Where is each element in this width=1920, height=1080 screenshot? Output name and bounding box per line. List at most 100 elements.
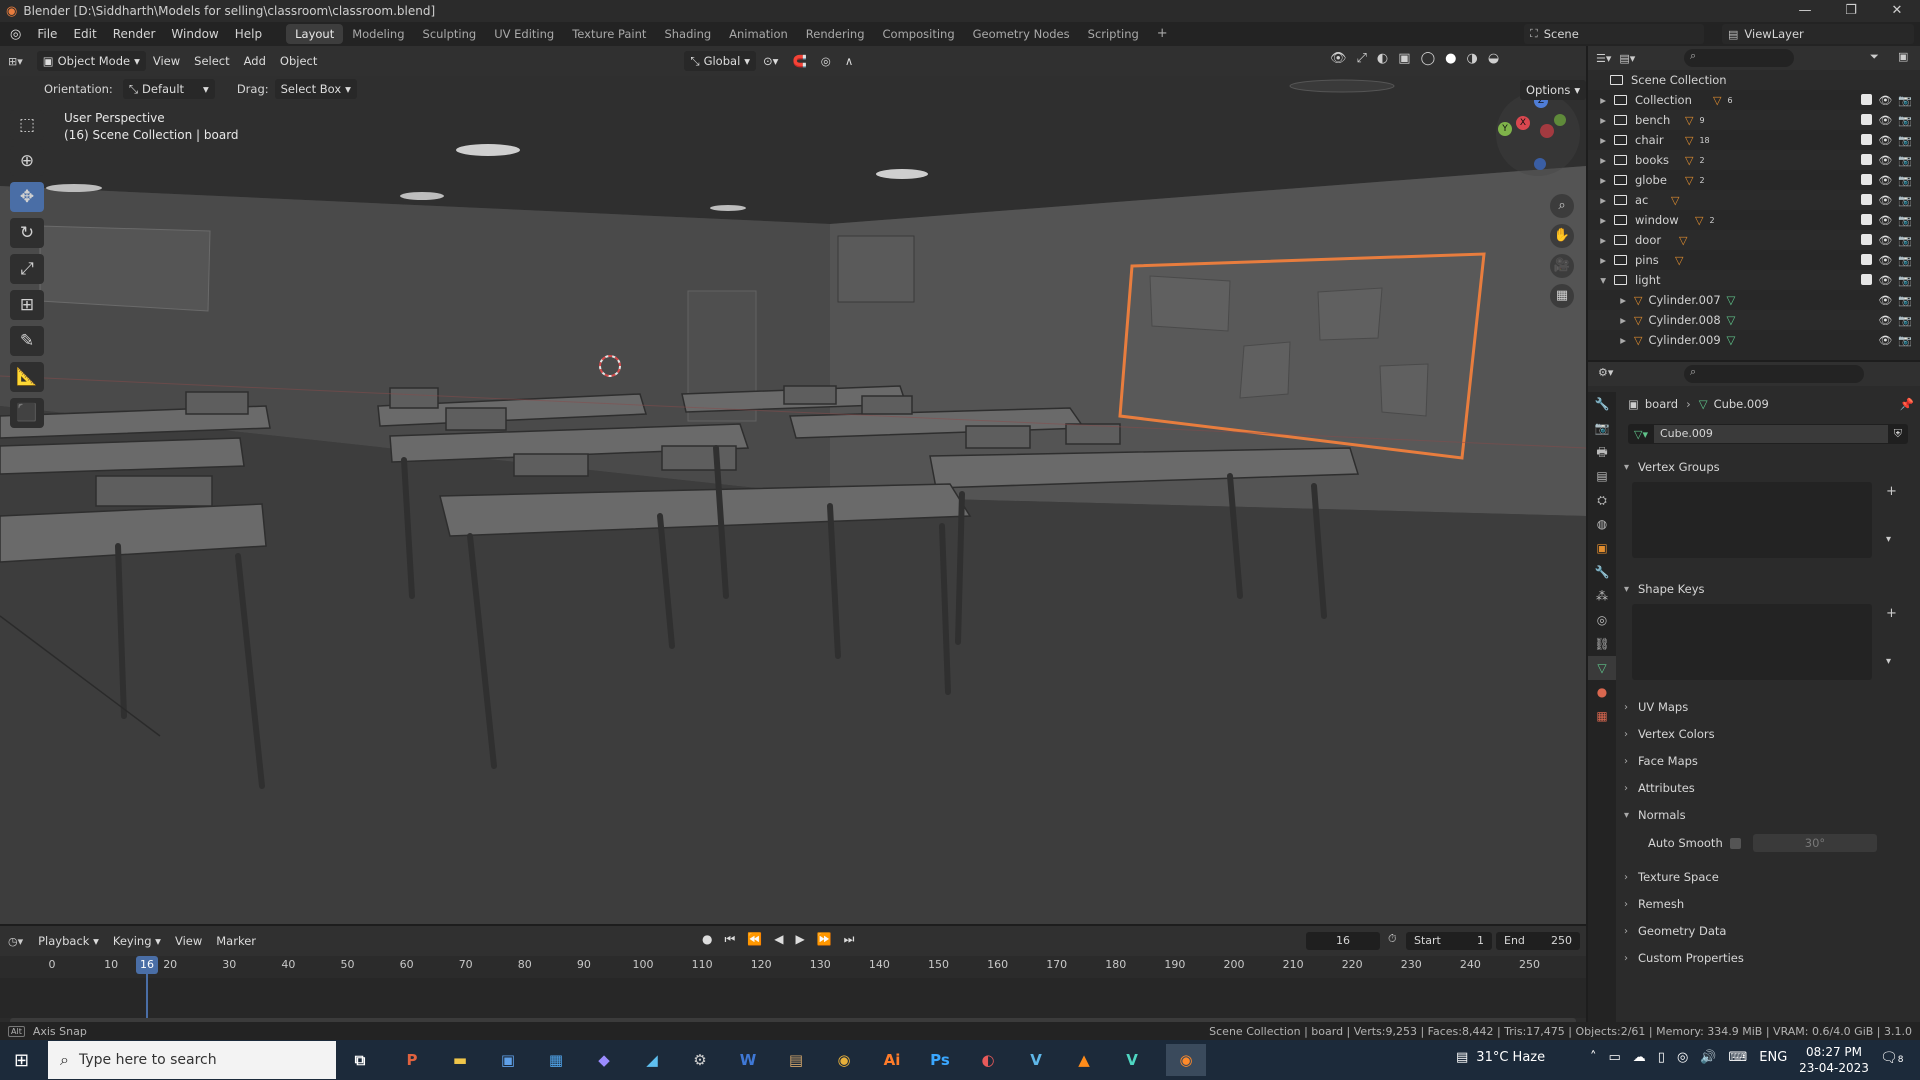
device-icon[interactable]: ▭ — [1609, 1050, 1621, 1065]
expand-arrow-icon[interactable]: ▸ — [1588, 153, 1614, 167]
jump-keyframe-back-icon[interactable]: ⏪ — [747, 932, 762, 947]
outliner-editor-icon[interactable]: ☰▾ — [1588, 52, 1619, 65]
outliner-child-cylinder-007[interactable]: ▸ ▽ Cylinder.007 ▽ 👁 📷 — [1588, 290, 1920, 310]
menu-edit[interactable]: Edit — [65, 27, 104, 41]
pan-hand-icon[interactable]: ✋ — [1550, 224, 1574, 248]
new-collection-icon[interactable]: ▣ — [1898, 50, 1908, 63]
exclude-checkbox[interactable] — [1861, 253, 1873, 265]
outliner-item-books[interactable]: ▸ books ▽ 2 👁 📷 — [1588, 150, 1920, 170]
copilot-icon[interactable]: ◆ — [588, 1044, 620, 1076]
view-layer-tab-icon[interactable]: ▤ — [1588, 464, 1616, 488]
current-frame-field[interactable]: 16 — [1306, 932, 1380, 950]
file-explorer-icon[interactable]: ▬ — [444, 1044, 476, 1076]
expand-arrow-icon[interactable]: ▸ — [1588, 233, 1614, 247]
tab-scripting[interactable]: Scripting — [1079, 24, 1148, 44]
snap-icon[interactable]: 🧲 — [785, 54, 813, 68]
expand-arrow-icon[interactable]: ▸ — [1588, 293, 1634, 307]
vertex-colors-panel[interactable]: › Vertex Colors — [1624, 723, 1914, 745]
expand-arrow-icon[interactable]: ▸ — [1588, 253, 1614, 267]
vlc-icon[interactable]: ▲ — [1068, 1044, 1100, 1076]
task-view-icon[interactable]: ⧉ — [344, 1044, 376, 1076]
rotate-tool-icon[interactable]: ↻ — [10, 218, 44, 248]
grid-perspective-icon[interactable]: ▦ — [1550, 284, 1574, 308]
overlay-toggle-icon[interactable]: ◐ — [1377, 51, 1388, 66]
cursor-tool-icon[interactable]: ⊕ — [10, 146, 44, 176]
navigation-gizmo[interactable]: Z Y X — [1496, 92, 1580, 176]
clock[interactable]: 08:27 PM 23-04-2023 — [1794, 1044, 1874, 1076]
expand-arrow-icon[interactable]: ▸ — [1588, 113, 1614, 127]
eye-icon[interactable]: 👁 — [1878, 334, 1892, 347]
exclude-checkbox[interactable] — [1861, 133, 1873, 145]
record-icon[interactable]: ● — [702, 932, 712, 947]
fake-user-shield-icon[interactable]: ⛨ — [1888, 427, 1908, 441]
eye-icon[interactable]: 👁 — [1878, 314, 1892, 327]
weather-widget[interactable]: ▤ 31°C Haze — [1456, 1050, 1545, 1065]
outliner-item-collection[interactable]: ▸ Collection ▽ 6 👁 📷 — [1588, 90, 1920, 110]
play-icon[interactable]: ▶ — [795, 932, 804, 947]
close-button[interactable]: ✕ — [1874, 0, 1920, 22]
texture-space-panel[interactable]: › Texture Space — [1624, 866, 1914, 888]
gizmo-x-axis[interactable]: X — [1516, 116, 1530, 130]
particles-tab-icon[interactable]: ⁂ — [1588, 584, 1616, 608]
vertex-group-menu-icon[interactable]: ▾ — [1886, 534, 1891, 545]
vector-app-2-icon[interactable]: V — [1116, 1044, 1148, 1076]
jump-end-icon[interactable]: ⏭ — [844, 932, 855, 947]
3d-viewport[interactable]: User Perspective (16) Scene Collection |… — [0, 76, 1586, 924]
photoshop-icon[interactable]: Ps — [924, 1044, 956, 1076]
transform-tool-icon[interactable]: ⊞ — [10, 290, 44, 320]
exclude-checkbox[interactable] — [1861, 233, 1873, 245]
add-workspace-icon[interactable]: + — [1148, 24, 1177, 44]
tool-tab-icon[interactable]: 🔧 — [1588, 392, 1616, 416]
keyboard-icon[interactable]: ⌨ — [1728, 1050, 1747, 1065]
move-tool-icon[interactable]: ✥ — [10, 182, 44, 212]
playhead-line[interactable] — [146, 974, 148, 1020]
word-icon[interactable]: W — [732, 1044, 764, 1076]
eye-icon[interactable]: 👁 — [1878, 214, 1892, 227]
normals-panel[interactable]: ▾ Normals — [1624, 804, 1914, 826]
menu-view[interactable]: View — [168, 934, 209, 948]
camera-view-icon[interactable]: 🎥 — [1550, 254, 1574, 278]
start-frame-field[interactable]: Start 1 — [1406, 932, 1492, 950]
uv-maps-panel[interactable]: › UV Maps — [1624, 696, 1914, 718]
outliner-item-pins[interactable]: ▸ pins ▽ 👁 📷 — [1588, 250, 1920, 270]
gizmo-toggle-icon[interactable]: ⤢ — [1357, 51, 1367, 66]
jump-start-icon[interactable]: ⏮ — [724, 932, 735, 947]
outliner-child-cylinder-008[interactable]: ▸ ▽ Cylinder.008 ▽ 👁 📷 — [1588, 310, 1920, 330]
modifier-tab-icon[interactable]: 🔧 — [1588, 560, 1616, 584]
menu-window[interactable]: Window — [163, 27, 226, 41]
vector-app-icon[interactable]: V — [1020, 1044, 1052, 1076]
camera-icon[interactable]: 📷 — [1898, 194, 1912, 207]
play-reverse-icon[interactable]: ◀ — [774, 932, 783, 947]
utility-app-icon[interactable]: ⚙ — [684, 1044, 716, 1076]
menu-help[interactable]: Help — [227, 27, 270, 41]
maximize-button[interactable]: ❐ — [1828, 0, 1874, 22]
language-indicator[interactable]: ENG — [1759, 1050, 1787, 1065]
camera-icon[interactable]: 📷 — [1898, 114, 1912, 127]
exclude-checkbox[interactable] — [1861, 93, 1873, 105]
network-icon[interactable]: ◎ — [1677, 1050, 1688, 1065]
shape-keys-list[interactable] — [1632, 604, 1872, 680]
end-frame-field[interactable]: End 250 — [1496, 932, 1580, 950]
taskbar-search-input[interactable]: ⌕ Type here to search — [48, 1041, 336, 1079]
camera-icon[interactable]: 📷 — [1898, 134, 1912, 147]
properties-search-input[interactable]: ⌕ — [1684, 365, 1864, 383]
tab-uv-editing[interactable]: UV Editing — [485, 24, 563, 44]
stopwatch-icon[interactable]: ⏱ — [1388, 932, 1397, 946]
render-tab-icon[interactable]: 📷 — [1588, 416, 1616, 440]
exclude-checkbox[interactable] — [1861, 193, 1873, 205]
notification-icon[interactable]: 🗨8 — [1880, 1050, 1904, 1066]
add-vertex-group-icon[interactable]: + — [1886, 484, 1897, 499]
eye-icon[interactable]: 👁 — [1878, 254, 1892, 267]
blender-taskbar-icon[interactable]: ◉ — [1166, 1044, 1206, 1076]
visibility-icon[interactable]: 👁 — [1330, 51, 1347, 66]
battery-icon[interactable]: ▯ — [1658, 1050, 1665, 1065]
outliner-item-window[interactable]: ▸ window ▽ 2 👁 📷 — [1588, 210, 1920, 230]
texture-tab-icon[interactable]: ▦ — [1588, 704, 1616, 728]
powerpoint-icon[interactable]: P — [396, 1044, 428, 1076]
gizmo-neg-y[interactable] — [1554, 114, 1566, 126]
proportional-edit-icon[interactable]: ◎ — [814, 54, 838, 68]
eye-icon[interactable]: 👁 — [1878, 234, 1892, 247]
add-shape-key-icon[interactable]: + — [1886, 606, 1897, 621]
output-tab-icon[interactable]: 🖶 — [1588, 440, 1616, 464]
tab-sculpting[interactable]: Sculpting — [414, 24, 486, 44]
